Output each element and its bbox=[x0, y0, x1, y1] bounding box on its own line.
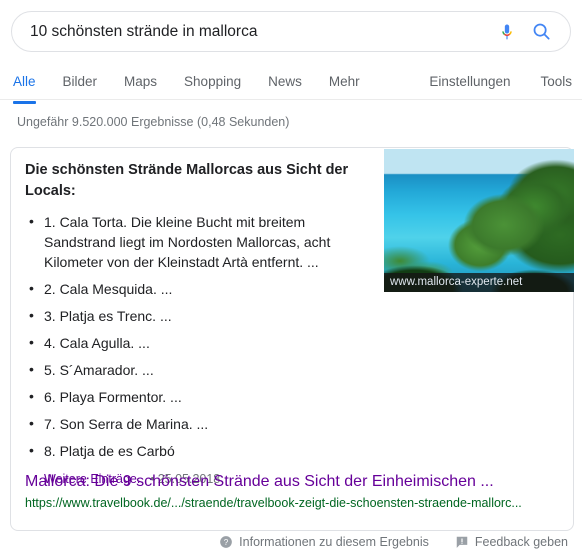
featured-snippet-title: Die schönsten Strände Mallorcas aus Sich… bbox=[25, 162, 349, 199]
svg-text:?: ? bbox=[224, 538, 229, 547]
microphone-icon[interactable] bbox=[490, 15, 524, 49]
about-this-result-button[interactable]: ? Informationen zu diesem Ergebnis bbox=[219, 534, 429, 550]
featured-snippet-card: Die schönsten Strände Mallorcas aus Sich… bbox=[10, 147, 574, 531]
search-box[interactable] bbox=[11, 11, 571, 52]
feedback-flag-icon bbox=[455, 535, 475, 549]
featured-snippet-list: 1. Cala Torta. Die kleine Bucht mit brei… bbox=[25, 211, 380, 461]
list-item: 2. Cala Mesquida. ... bbox=[25, 278, 380, 299]
search-input[interactable] bbox=[30, 20, 490, 43]
thumbnail-image bbox=[384, 149, 574, 292]
featured-snippet-body: Die schönsten Strände Mallorcas aus Sich… bbox=[25, 160, 380, 488]
list-item: 3. Platja es Trenc. ... bbox=[25, 305, 380, 326]
about-this-result-label: Informationen zu diesem Ergebnis bbox=[239, 535, 429, 549]
list-item: 4. Cala Agulla. ... bbox=[25, 332, 380, 353]
list-item: 5. S´Amarador. ... bbox=[25, 359, 380, 380]
list-item: 7. Son Serra de Marina. ... bbox=[25, 413, 380, 434]
list-item: 1. Cala Torta. Die kleine Bucht mit brei… bbox=[25, 211, 380, 272]
list-item: 6. Playa Formentor. ... bbox=[25, 386, 380, 407]
result-stats: Ungefähr 9.520.000 Ergebnisse (0,48 Seku… bbox=[17, 115, 290, 129]
nav-divider bbox=[0, 99, 582, 100]
organic-result: Mallorca: Die 9 schönsten Strände aus Si… bbox=[25, 471, 565, 512]
featured-snippet-thumbnail[interactable]: www.mallorca-experte.net bbox=[384, 149, 574, 292]
list-item: 8. Platja de es Carbó bbox=[25, 440, 380, 461]
search-bar-container bbox=[11, 11, 571, 52]
feedback-button[interactable]: Feedback geben bbox=[455, 534, 568, 550]
thumbnail-caption: www.mallorca-experte.net bbox=[384, 273, 574, 292]
result-footer: ? Informationen zu diesem Ergebnis Feedb… bbox=[0, 534, 582, 550]
result-url: https://www.travelbook.de/.../straende/t… bbox=[25, 496, 522, 510]
help-circle-icon: ? bbox=[219, 535, 239, 549]
result-title-link[interactable]: Mallorca: Die 9 schönsten Strände aus Si… bbox=[25, 471, 565, 493]
google-search-results-page: Alle Bilder Maps Shopping News Mehr Eins… bbox=[0, 0, 582, 557]
search-submit-button[interactable] bbox=[524, 15, 558, 49]
search-nav-bar: Alle Bilder Maps Shopping News Mehr Eins… bbox=[0, 62, 582, 104]
feedback-label: Feedback geben bbox=[474, 535, 568, 549]
